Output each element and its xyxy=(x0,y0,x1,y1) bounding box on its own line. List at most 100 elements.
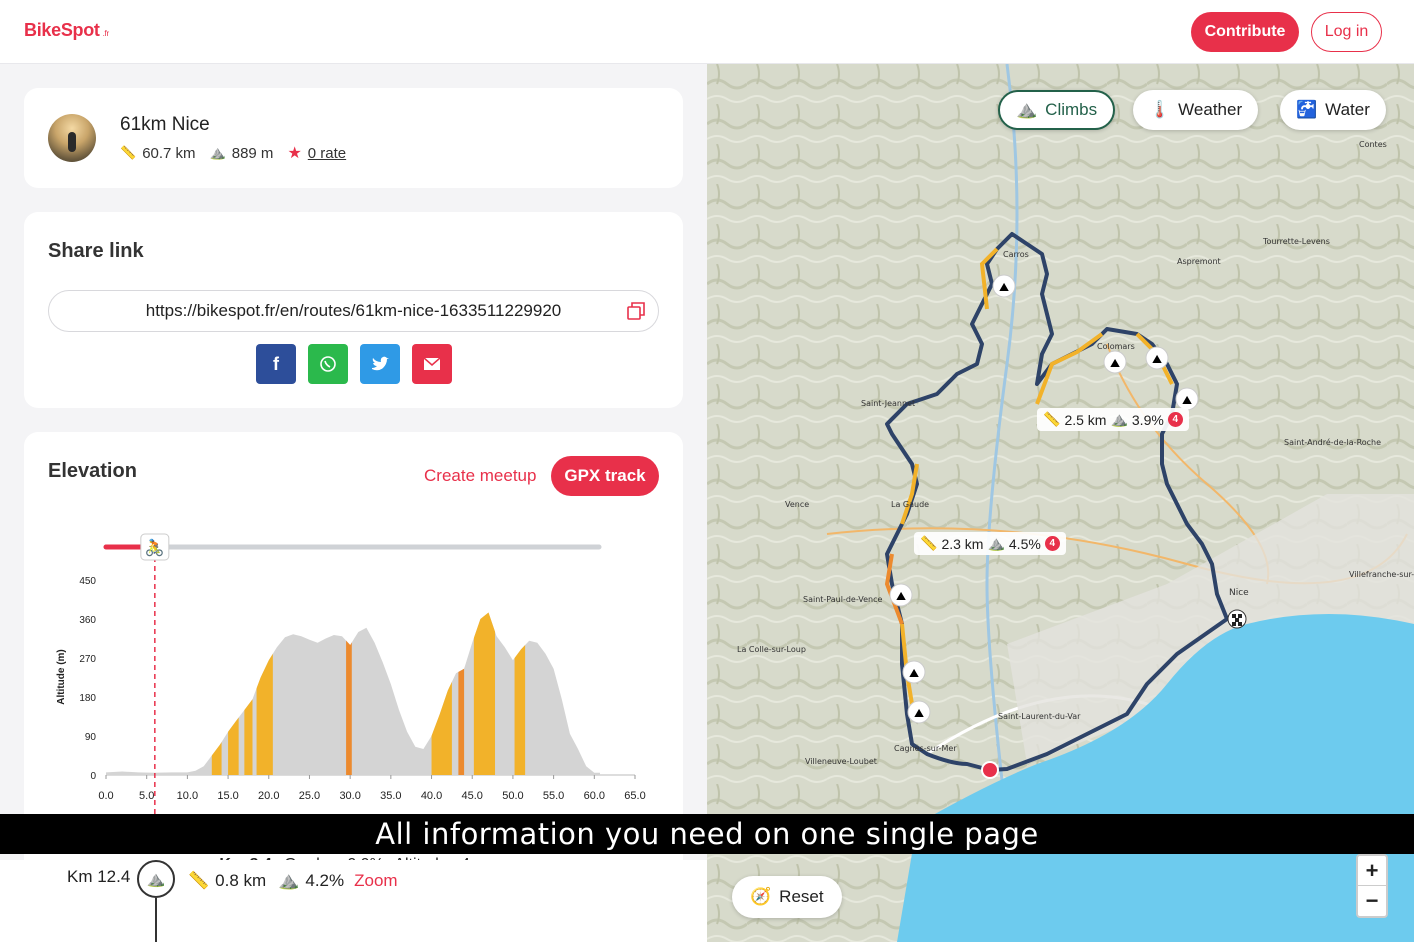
twitter-icon xyxy=(372,356,389,371)
mountain-icon: ⛰️ xyxy=(1016,100,1038,119)
share-title: Share link xyxy=(48,240,144,262)
climb-list-item[interactable]: Km 12.4 ⛰️ 📏 0.8 km ⛰️ 4.2% Zoom xyxy=(0,860,707,942)
map-zoom-control: + − xyxy=(1356,854,1388,918)
climb-info-label[interactable]: 📏 2.5 km ⛰️ 3.9% 4 xyxy=(1037,408,1189,431)
top-bar: BikeSpot .fr Contribute Log in xyxy=(0,0,1414,64)
copy-icon[interactable] xyxy=(626,301,646,321)
mountain-icon: ⛰️ xyxy=(209,145,226,160)
x-tick-label: 30.0 xyxy=(339,790,360,802)
caption-banner: All information you need on one single p… xyxy=(0,814,1414,854)
x-tick-label: 25.0 xyxy=(299,790,320,802)
elevation-area xyxy=(106,612,601,775)
thermometer-icon: 🌡️ xyxy=(1149,100,1171,119)
route-elevation: 889 m xyxy=(231,144,274,162)
climb-grade: 4.2% xyxy=(305,871,345,890)
rate-link[interactable]: 0 rate xyxy=(308,145,346,162)
climb-pin[interactable]: ⛰ xyxy=(889,583,913,607)
x-tick-label: 20.0 xyxy=(258,790,279,802)
envelope-icon xyxy=(423,357,441,370)
place-name: Nice xyxy=(1229,588,1249,598)
climb-segment-bar xyxy=(346,612,352,775)
finish-flag-icon[interactable] xyxy=(1227,609,1247,629)
route-summary-card: 61km Nice 📏 60.7 km ⛰️ 889 m ★ 0 rate xyxy=(24,88,683,188)
climb-stats: 📏 0.8 km ⛰️ 4.2% Zoom xyxy=(188,871,398,891)
climb-segment-bar xyxy=(431,612,452,775)
x-tick-label: 5.0 xyxy=(139,790,154,802)
reset-map-button[interactable]: 🧭 Reset xyxy=(732,876,842,918)
route-stats: 📏 60.7 km ⛰️ 889 m ★ 0 rate xyxy=(120,143,346,163)
elevation-title: Elevation xyxy=(48,460,137,482)
login-button[interactable]: Log in xyxy=(1311,12,1382,52)
climb-pin[interactable]: ⛰ xyxy=(1103,350,1127,374)
facebook-icon: f xyxy=(273,353,279,374)
climb-pin[interactable]: ⛰ xyxy=(902,660,926,684)
x-tick-label: 10.0 xyxy=(177,790,198,802)
share-card: Share link https://bikespot.fr/en/routes… xyxy=(24,212,683,408)
x-tick-label: 60.0 xyxy=(584,790,605,802)
x-tick-label: 45.0 xyxy=(462,790,483,802)
route-distance: 60.7 km xyxy=(142,144,196,162)
climbs-filter-chip[interactable]: ⛰️ Climbs xyxy=(998,90,1116,130)
x-tick-label: 15.0 xyxy=(217,790,238,802)
weather-filter-chip[interactable]: 🌡️ Weather xyxy=(1133,90,1259,130)
ruler-icon: 📏 xyxy=(120,145,137,160)
compass-icon: 🧭 xyxy=(750,887,772,906)
place-name: Colomars xyxy=(1097,342,1135,351)
mountain-icon: ⛰️ xyxy=(987,535,1005,551)
x-tick-label: 40.0 xyxy=(421,790,442,802)
climb-info-label[interactable]: 📏 2.3 km ⛰️ 4.5% 4 xyxy=(914,532,1066,555)
weather-chip-label: Weather xyxy=(1178,100,1243,119)
x-tick-label: 35.0 xyxy=(380,790,401,802)
place-name: Saint-Jeannet xyxy=(861,399,915,408)
star-icon: ★ xyxy=(287,145,302,162)
climb-grade: 3.9% xyxy=(1131,411,1164,428)
climb-distance: 2.5 km xyxy=(1064,411,1107,428)
email-share-button[interactable] xyxy=(412,344,452,384)
share-url: https://bikespot.fr/en/routes/61km-nice-… xyxy=(145,301,562,320)
facebook-share-button[interactable]: f xyxy=(256,344,296,384)
climb-segment-bar xyxy=(473,612,496,775)
y-axis-label: Altitude (m) xyxy=(56,649,67,705)
svg-text:⛰: ⛰ xyxy=(999,280,1009,294)
climb-pin[interactable]: ⛰ xyxy=(1175,387,1199,411)
y-tick-label: 180 xyxy=(79,693,96,704)
water-filter-chip[interactable]: 🚰 Water xyxy=(1280,90,1386,130)
y-tick-label: 0 xyxy=(90,771,96,782)
whatsapp-share-button[interactable] xyxy=(308,344,348,384)
x-tick-label: 65.0 xyxy=(624,790,645,802)
climb-zoom-link[interactable]: Zoom xyxy=(354,871,397,891)
zoom-in-button[interactable]: + xyxy=(1358,856,1386,886)
map-canvas[interactable]: ⛰ ⛰ ⛰ ⛰ ⛰ ⛰ ⛰ Carros Saint-Jeannet La Ga… xyxy=(707,64,1414,942)
climb-pin[interactable]: ⛰ xyxy=(992,274,1016,298)
route-panel: 61km Nice 📏 60.7 km ⛰️ 889 m ★ 0 rate Sh… xyxy=(0,64,707,942)
timeline-line xyxy=(155,898,157,942)
climb-pin[interactable]: ⛰ xyxy=(1145,346,1169,370)
climb-pin[interactable]: ⛰ xyxy=(907,700,931,724)
start-marker[interactable] xyxy=(981,761,999,779)
create-meetup-link[interactable]: Create meetup xyxy=(424,466,536,486)
contribute-button[interactable]: Contribute xyxy=(1191,12,1299,52)
share-url-field[interactable]: https://bikespot.fr/en/routes/61km-nice-… xyxy=(48,290,659,332)
svg-text:⛰: ⛰ xyxy=(1110,356,1120,370)
place-name: Saint-Paul-de-Vence xyxy=(803,595,883,604)
gpx-track-button[interactable]: GPX track xyxy=(551,456,659,496)
climb-segment-bar xyxy=(256,612,273,775)
climbs-chip-label: Climbs xyxy=(1045,100,1098,119)
cyclist-icon: 🚴 xyxy=(145,538,165,557)
x-tick-label: 0.0 xyxy=(98,790,113,802)
y-tick-label: 90 xyxy=(85,732,97,743)
place-name: Aspremont xyxy=(1177,257,1221,266)
y-tick-label: 270 xyxy=(79,654,96,665)
climb-distance: 2.3 km xyxy=(941,535,984,552)
mountain-icon: ⛰️ xyxy=(137,860,175,898)
elevation-chart[interactable]: 0 90 180 270 360 450 0.0 5.0 10.0 15.0 20.0 25.0 30.… xyxy=(24,512,683,842)
zoom-out-button[interactable]: − xyxy=(1358,886,1386,916)
logo[interactable]: BikeSpot .fr xyxy=(24,20,109,41)
x-tick-label: 55.0 xyxy=(543,790,564,802)
mountain-icon: ⛰️ xyxy=(1110,411,1128,427)
route-map[interactable]: ⛰ ⛰ ⛰ ⛰ ⛰ ⛰ ⛰ Carros Saint-Jeannet La Ga… xyxy=(707,64,1414,942)
avatar[interactable] xyxy=(48,114,96,162)
x-tick-label: 50.0 xyxy=(502,790,523,802)
place-name: La Colle-sur-Loup xyxy=(737,645,806,654)
twitter-share-button[interactable] xyxy=(360,344,400,384)
